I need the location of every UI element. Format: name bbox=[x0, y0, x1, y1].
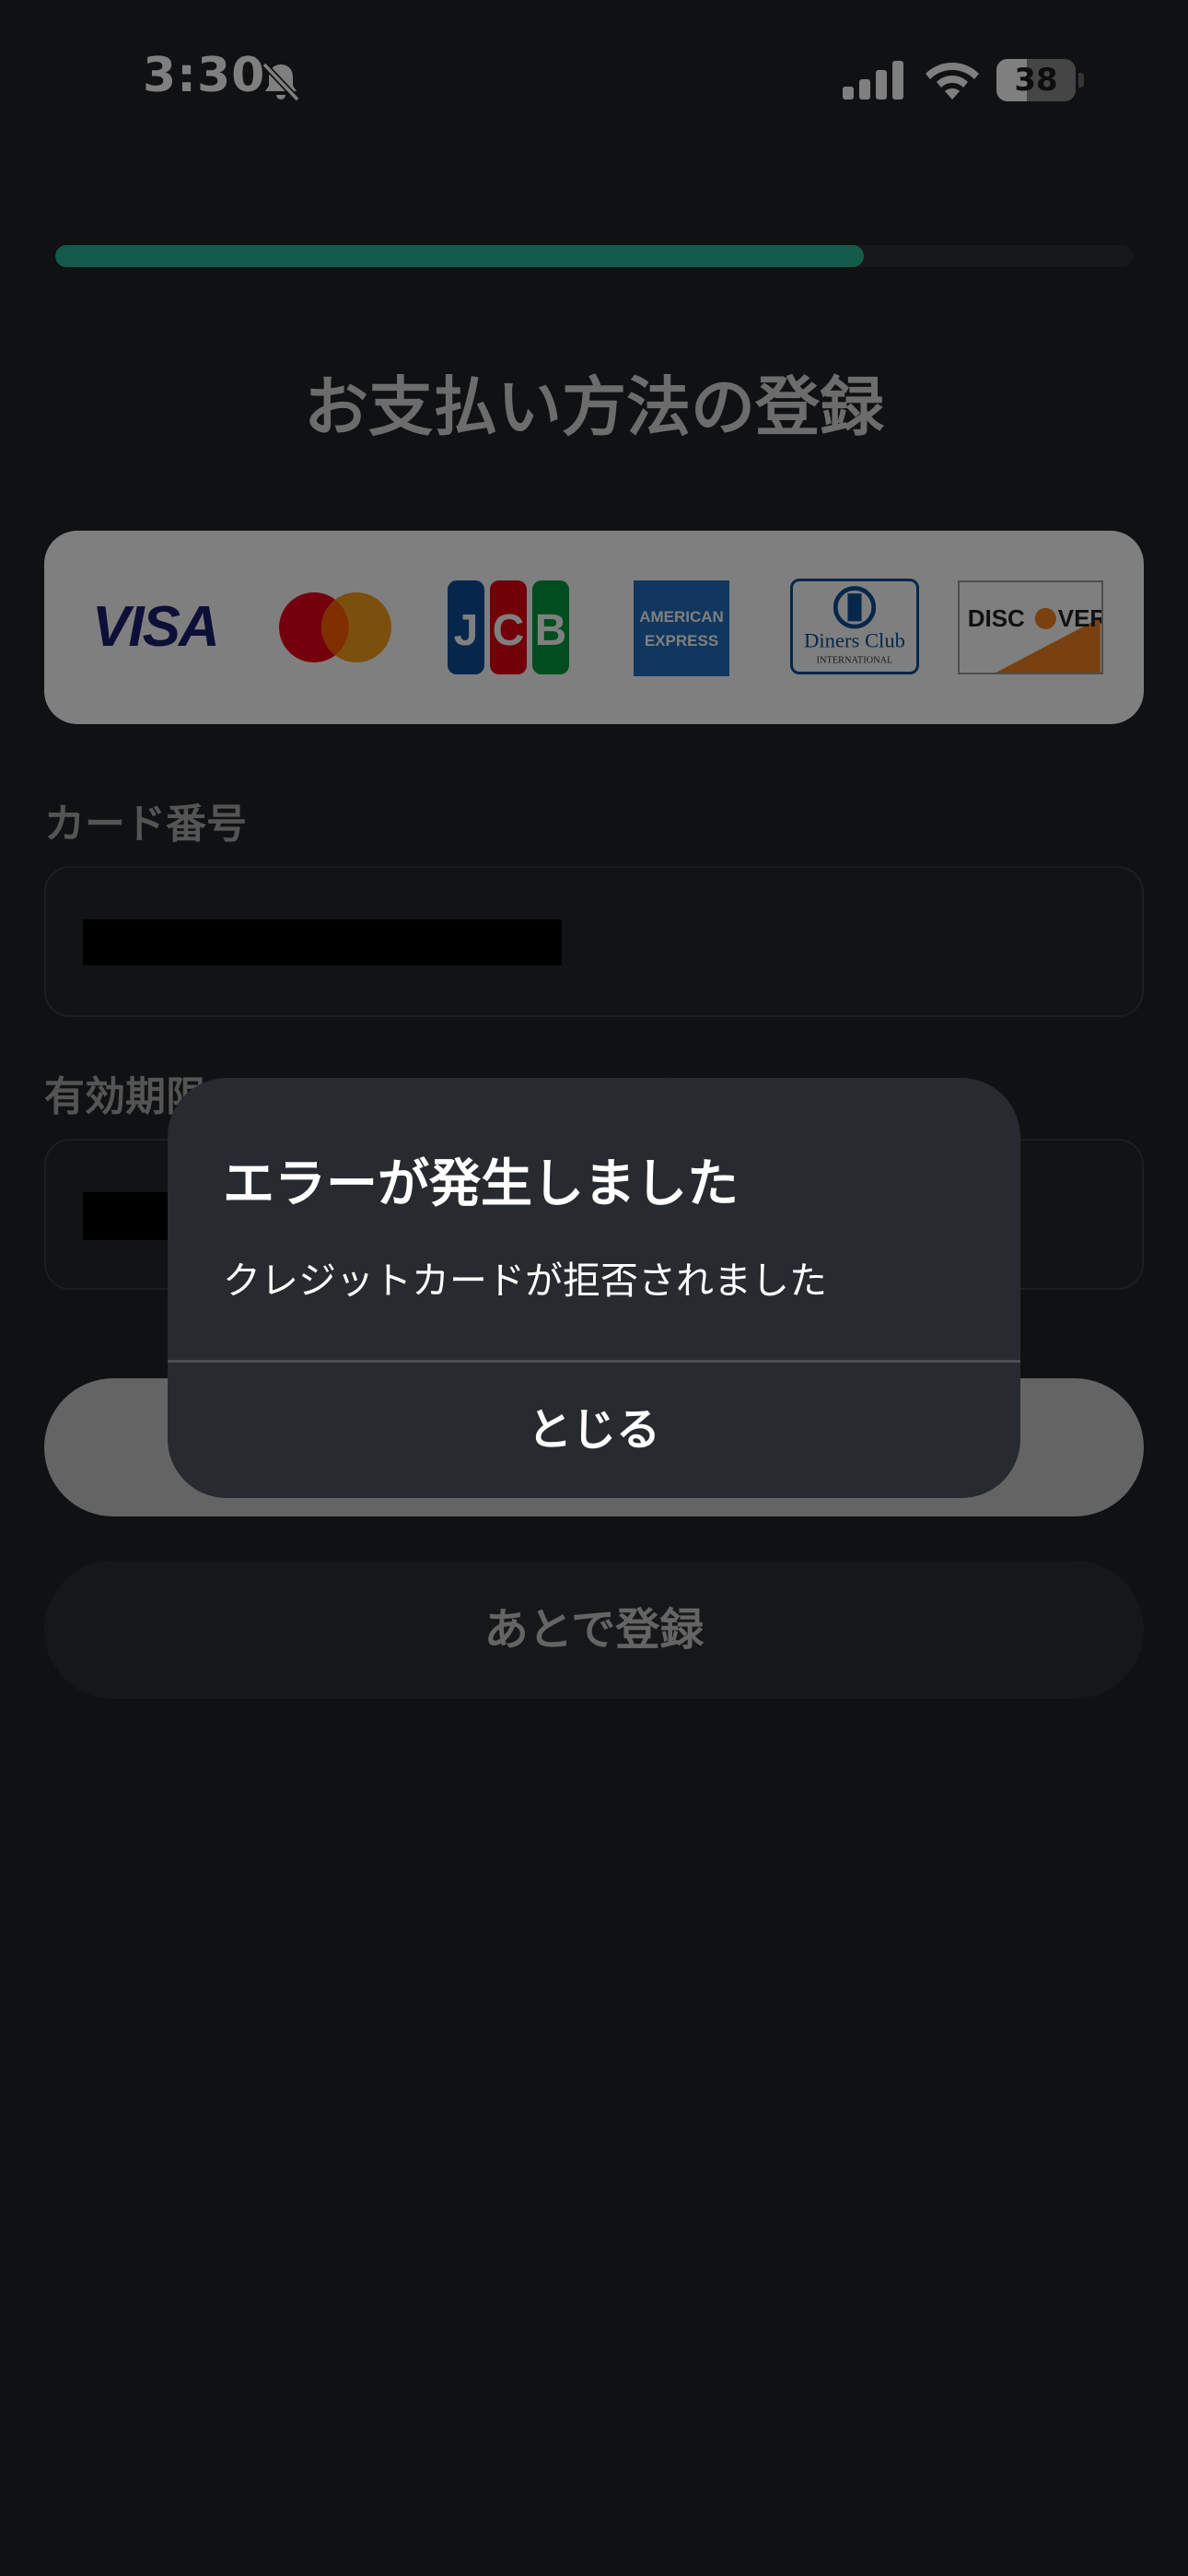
alert-message: クレジットカードが拒否されました bbox=[223, 1259, 827, 1303]
alert-title: エラーが発生しました bbox=[223, 1154, 739, 1214]
error-alert-dialog: エラーが発生しました クレジットカードが拒否されました とじる bbox=[168, 1078, 1020, 1498]
alert-close-button[interactable]: とじる bbox=[168, 1363, 1020, 1498]
